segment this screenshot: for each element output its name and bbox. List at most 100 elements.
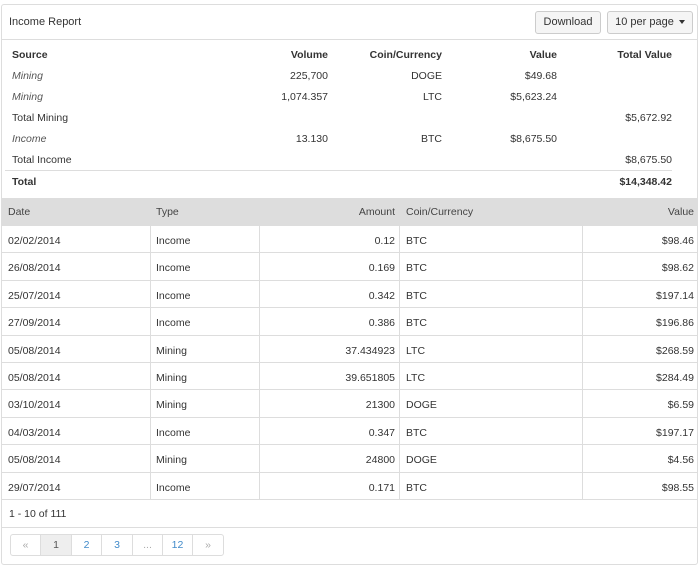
income-report-panel: Income Report Download 10 per page Sourc…	[1, 4, 698, 565]
table-row[interactable]: 04/03/2014 Income 0.347 BTC $197.17	[2, 418, 697, 446]
summary-col-total: Total Value	[617, 49, 672, 61]
page-button-12[interactable]: 12	[163, 535, 193, 555]
cell-type: Income	[156, 289, 191, 302]
cell-value: $4.56	[667, 454, 694, 467]
table-row[interactable]: 05/08/2014 Mining 39.651805 LTC $284.49	[2, 363, 697, 391]
col-header-date[interactable]: Date	[8, 206, 30, 218]
summary-source: Mining	[12, 70, 43, 82]
summary-header-row: Source Volume Coin/Currency Value Total …	[2, 41, 697, 65]
cell-date: 05/08/2014	[8, 371, 61, 384]
summary-col-volume: Volume	[290, 49, 328, 61]
per-page-dropdown[interactable]: 10 per page	[607, 11, 693, 34]
cell-date: 02/02/2014	[8, 235, 61, 247]
summary-row: Income 13.130 BTC $8,675.50	[2, 128, 697, 149]
cell-type: Mining	[156, 371, 187, 384]
cell-type: Mining	[156, 344, 187, 357]
summary-total: $5,672.92	[625, 112, 672, 124]
cell-date: 03/10/2014	[8, 399, 61, 412]
cell-date: 29/07/2014	[8, 481, 61, 494]
cell-date: 27/09/2014	[8, 317, 61, 330]
cell-value: $98.55	[661, 481, 694, 494]
cell-amount: 0.342	[368, 289, 395, 302]
cell-amount: 37.434923	[345, 344, 395, 357]
summary-volume: 13.130	[295, 133, 328, 145]
table-row[interactable]: 26/08/2014 Income 0.169 BTC $98.62	[2, 253, 697, 281]
cell-coin: BTC	[406, 262, 427, 275]
cell-coin: LTC	[406, 371, 426, 384]
prev-page-button[interactable]: «	[11, 535, 41, 555]
cell-coin: BTC	[406, 426, 427, 439]
summary-source: Income	[12, 133, 47, 145]
cell-coin: DOGE	[406, 454, 437, 467]
page-button-3[interactable]: 3	[102, 535, 133, 555]
cell-amount: 21300	[365, 399, 395, 412]
cell-amount: 24800	[365, 454, 395, 467]
summary-coin: LTC	[422, 91, 442, 103]
cell-type: Mining	[156, 454, 187, 467]
cell-coin: BTC	[406, 289, 427, 302]
col-header-type[interactable]: Type	[156, 206, 179, 218]
summary-source: Total Income	[12, 154, 72, 166]
cell-coin: DOGE	[406, 399, 437, 412]
cell-amount: 0.347	[368, 426, 395, 439]
summary-row: Total Mining $5,672.92	[2, 107, 697, 128]
summary-table: Source Volume Coin/Currency Value Total …	[2, 41, 697, 194]
cell-value: $6.59	[667, 399, 694, 412]
cell-value: $196.86	[656, 317, 694, 330]
pagination: « 1 2 3 ... 12 »	[10, 534, 224, 556]
cell-amount: 0.12	[374, 235, 395, 247]
cell-coin: LTC	[406, 344, 426, 357]
summary-row: Mining 1,074.357 LTC $5,623.24	[2, 86, 697, 107]
cell-value: $197.17	[656, 426, 694, 439]
cell-amount: 0.169	[368, 262, 395, 275]
next-page-button[interactable]: »	[193, 535, 223, 555]
summary-row: Mining 225,700 DOGE $49.68	[2, 65, 697, 86]
summary-source: Total Mining	[12, 112, 69, 124]
download-button[interactable]: Download	[535, 11, 601, 34]
grand-total-value: $14,348.42	[619, 176, 672, 188]
table-row[interactable]: 02/02/2014 Income 0.12 BTC $98.46	[2, 226, 697, 254]
summary-value: $5,623.24	[510, 91, 557, 103]
summary-value: $8,675.50	[510, 133, 557, 145]
cell-date: 05/08/2014	[8, 344, 61, 357]
record-count: 1 - 10 of 111	[9, 508, 67, 520]
transactions-table: Date Type Amount Coin/Currency Value 02/…	[2, 198, 697, 500]
cell-type: Income	[156, 262, 191, 275]
cell-type: Income	[156, 235, 191, 247]
table-row[interactable]: 25/07/2014 Income 0.342 BTC $197.14	[2, 281, 697, 309]
page-button-1[interactable]: 1	[41, 535, 72, 555]
summary-total: $8,675.50	[625, 154, 672, 166]
cell-type: Income	[156, 426, 191, 439]
col-header-coin[interactable]: Coin/Currency	[406, 206, 473, 218]
table-row[interactable]: 27/09/2014 Income 0.386 BTC $196.86	[2, 308, 697, 336]
table-row[interactable]: 29/07/2014 Income 0.171 BTC $98.55	[2, 473, 697, 500]
cell-coin: BTC	[406, 235, 427, 247]
summary-col-coin: Coin/Currency	[369, 49, 442, 61]
summary-value: $49.68	[524, 70, 557, 82]
panel-heading: Income Report Download 10 per page	[2, 5, 697, 40]
summary-volume: 225,700	[290, 70, 328, 82]
table-row[interactable]: 05/08/2014 Mining 37.434923 LTC $268.59	[2, 336, 697, 363]
summary-col-value: Value	[529, 49, 557, 61]
summary-grand-total-row: Total $14,348.42	[5, 170, 672, 194]
col-header-value[interactable]: Value	[668, 206, 694, 218]
col-header-amount[interactable]: Amount	[359, 206, 395, 218]
table-row[interactable]: 05/08/2014 Mining 24800 DOGE $4.56	[2, 445, 697, 473]
cell-type: Income	[156, 317, 191, 330]
table-row[interactable]: 03/10/2014 Mining 21300 DOGE $6.59	[2, 390, 697, 418]
summary-source: Mining	[12, 91, 43, 103]
per-page-label: 10 per page	[615, 16, 674, 28]
cell-date: 04/03/2014	[8, 426, 61, 439]
transactions-header-row: Date Type Amount Coin/Currency Value	[2, 198, 697, 226]
cell-date: 05/08/2014	[8, 454, 61, 467]
cell-amount: 39.651805	[345, 371, 395, 384]
cell-coin: BTC	[406, 481, 427, 494]
page-button-2[interactable]: 2	[72, 535, 102, 555]
caret-down-icon	[678, 20, 685, 25]
transactions-body: 02/02/2014 Income 0.12 BTC $98.46 26/08/…	[2, 226, 697, 500]
summary-coin: DOGE	[411, 70, 442, 82]
grand-total-label: Total	[12, 176, 37, 188]
cell-type: Income	[156, 481, 191, 494]
cell-value: $197.14	[656, 289, 694, 302]
cell-value: $284.49	[656, 371, 694, 384]
